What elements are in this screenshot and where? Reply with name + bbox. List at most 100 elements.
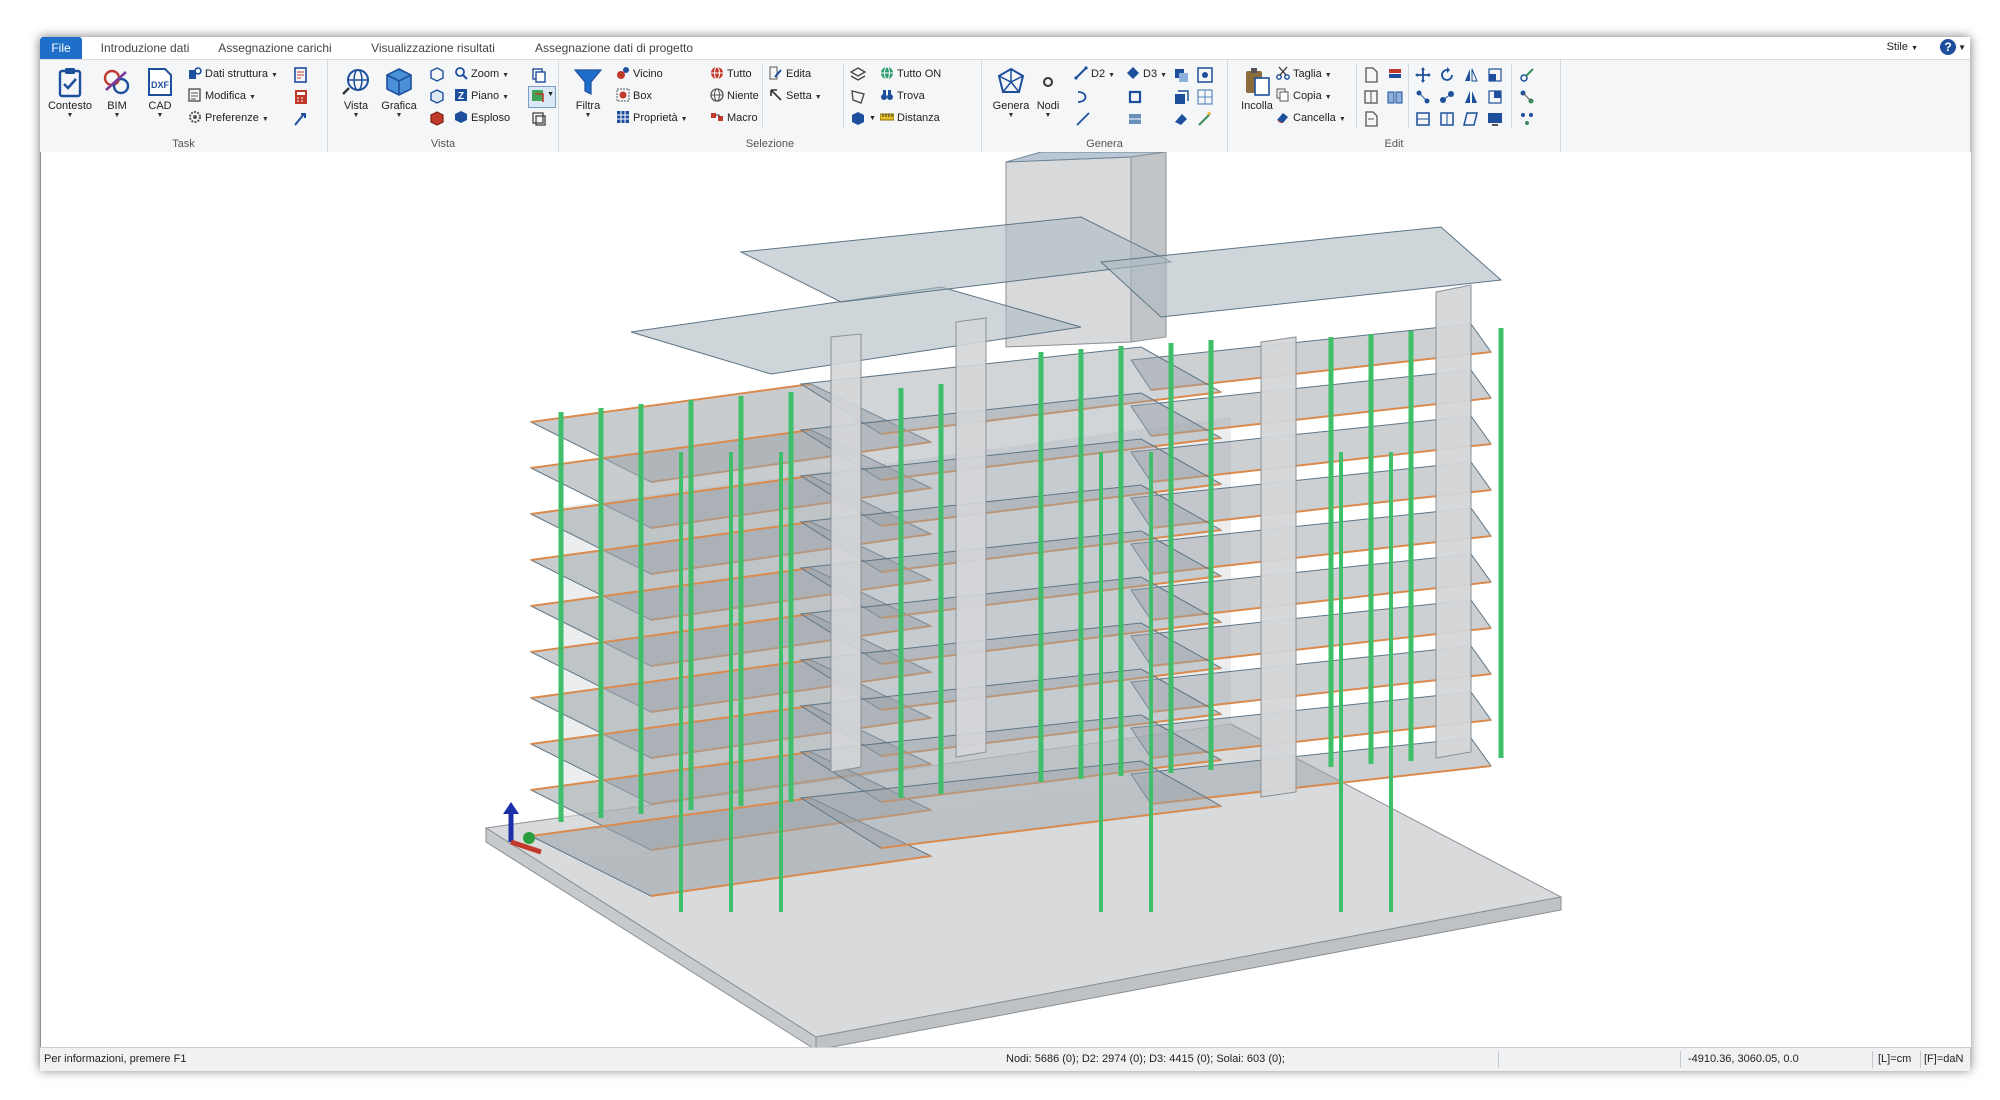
esploso-button[interactable]: Esploso [454, 108, 510, 128]
solid-cube-caret-icon[interactable]: ▼ [869, 115, 876, 122]
extrude-icon[interactable] [1172, 88, 1190, 106]
d2-button[interactable]: D2 ▼ [1074, 64, 1115, 84]
tab-file[interactable]: File [40, 37, 82, 59]
genera-button[interactable]: Genera ▼ [986, 64, 1036, 134]
building-3d-model[interactable] [41, 151, 1971, 1051]
help-caret-icon[interactable]: ▼ [1958, 43, 1966, 52]
rotate-icon[interactable] [1438, 66, 1456, 84]
render-mode-dropdown[interactable]: ▼ [528, 86, 556, 108]
preferenze-button[interactable]: Preferenze ▼ [188, 108, 269, 128]
mesh-box-icon[interactable] [1196, 66, 1214, 84]
frame-icon[interactable] [1126, 88, 1144, 106]
stack-layers-icon[interactable] [849, 66, 867, 84]
skew-icon[interactable] [1462, 110, 1480, 128]
gear-icon [189, 111, 201, 123]
cube-outline-icon[interactable] [428, 88, 446, 106]
colored-stack-icon[interactable] [1386, 66, 1404, 84]
modifica-button[interactable]: Modifica ▼ [188, 86, 256, 106]
dati-struttura-button[interactable]: Dati struttura ▼ [188, 64, 278, 84]
zoom-button[interactable]: Zoom ▼ [454, 64, 509, 84]
nodi-button[interactable]: Nodi ▼ [1030, 64, 1066, 134]
tab-assegnazione-carichi[interactable]: Assegnazione carichi [210, 37, 340, 59]
cad-button[interactable]: DXF CAD ▼ [135, 64, 185, 134]
report-icon[interactable] [292, 66, 310, 84]
grafica-button[interactable]: Grafica ▼ [374, 64, 424, 134]
group-label-selezione: Selezione [745, 138, 795, 150]
d3-button[interactable]: D3 ▼ [1126, 64, 1167, 84]
snap-icon[interactable] [1518, 66, 1536, 84]
mirror-solid-icon[interactable] [1462, 88, 1480, 106]
page-icon[interactable] [1362, 66, 1380, 84]
line-segment-icon[interactable] [1074, 110, 1092, 128]
snap-nodes-icon[interactable] [1518, 88, 1536, 106]
scale-solid-icon[interactable] [1486, 88, 1504, 106]
grid-icon[interactable] [1196, 88, 1214, 106]
move-icon[interactable] [1414, 66, 1432, 84]
wand-icon[interactable] [1196, 110, 1214, 128]
contesto-button[interactable]: Contesto ▼ [45, 64, 95, 134]
incolla-button[interactable]: Incolla [1232, 64, 1282, 134]
link-nodes-icon[interactable] [1438, 88, 1456, 106]
ruler-icon [880, 113, 894, 121]
layers-icon[interactable] [530, 110, 548, 128]
box-select-icon [616, 88, 630, 102]
eraser-icon[interactable] [1172, 110, 1190, 128]
calculator-icon[interactable] [292, 88, 310, 106]
tab-introduzione-dati[interactable]: Introduzione dati [90, 37, 200, 59]
cube-icon [386, 68, 412, 96]
setta-button[interactable]: Setta ▼ [769, 86, 822, 106]
niente-button[interactable]: Niente [710, 86, 759, 106]
book-icon[interactable] [1386, 88, 1404, 106]
binoculars-icon [881, 90, 893, 100]
tab-visualizzazione-risultati[interactable]: Visualizzazione risultati [358, 37, 508, 59]
edit-icon [769, 66, 782, 80]
shape-select-icon[interactable] [849, 88, 867, 106]
filtra-button[interactable]: Filtra ▼ [563, 64, 613, 134]
group-label-task: Task [172, 138, 195, 150]
question-icon[interactable]: ? [1940, 39, 1956, 55]
wall-icon[interactable] [1126, 110, 1144, 128]
edita-button[interactable]: Edita [769, 64, 811, 84]
mirror-page-icon[interactable] [1362, 110, 1380, 128]
status-force-unit[interactable]: [F]=daN [1924, 1048, 1963, 1070]
solid-cube-icon[interactable] [849, 110, 867, 128]
globe-on-icon [881, 66, 893, 80]
tools-icon[interactable] [292, 110, 310, 128]
bim-icon [103, 69, 130, 95]
snap-grid-icon[interactable] [1518, 110, 1536, 128]
globe-view-icon [342, 69, 369, 95]
box-button[interactable]: Box [616, 86, 652, 106]
scatter-move-icon[interactable] [1414, 88, 1432, 106]
app-window: File Introduzione dati Assegnazione cari… [40, 37, 1971, 1071]
cancella-button[interactable]: Cancella ▼ [1276, 108, 1346, 128]
proprieta-button[interactable]: Proprietà ▼ [616, 108, 688, 128]
status-length-unit[interactable]: [L]=cm [1878, 1048, 1911, 1070]
shell-element-icon [1127, 67, 1139, 79]
model-viewport[interactable] [40, 151, 1971, 1051]
taglia-button[interactable]: Taglia ▼ [1276, 64, 1332, 84]
copy-view-icon[interactable] [530, 66, 548, 84]
macro-button[interactable]: Macro [710, 108, 758, 128]
fit-icon[interactable] [1414, 110, 1432, 128]
mirror-icon[interactable] [1462, 66, 1480, 84]
curve-arrow-icon[interactable] [1074, 88, 1092, 106]
cube-red-icon[interactable] [428, 110, 446, 128]
scale-icon[interactable] [1486, 66, 1504, 84]
tutto-button[interactable]: Tutto [710, 64, 752, 84]
tab-assegnazione-dati-progetto[interactable]: Assegnazione dati di progetto [524, 37, 704, 59]
vicino-button[interactable]: Vicino [616, 64, 663, 84]
frame-split-icon[interactable] [1438, 110, 1456, 128]
piano-button[interactable]: Z Piano ▼ [454, 86, 509, 106]
select-none-globe-icon [710, 88, 724, 102]
trova-button[interactable]: Trova [880, 86, 925, 106]
style-menu[interactable]: Stile ▼ [1887, 41, 1918, 53]
copy-shape-icon[interactable] [1172, 66, 1190, 84]
split-icon[interactable] [1362, 88, 1380, 106]
tutto-on-button[interactable]: Tutto ON [880, 64, 941, 84]
distanza-button[interactable]: Distanza [880, 108, 940, 128]
filter-icon [573, 69, 603, 95]
cube-wire-icon[interactable] [428, 66, 446, 84]
monitor-icon[interactable] [1486, 110, 1504, 128]
copia-button[interactable]: Copia ▼ [1276, 86, 1332, 106]
svg-text:DXF: DXF [151, 80, 170, 90]
